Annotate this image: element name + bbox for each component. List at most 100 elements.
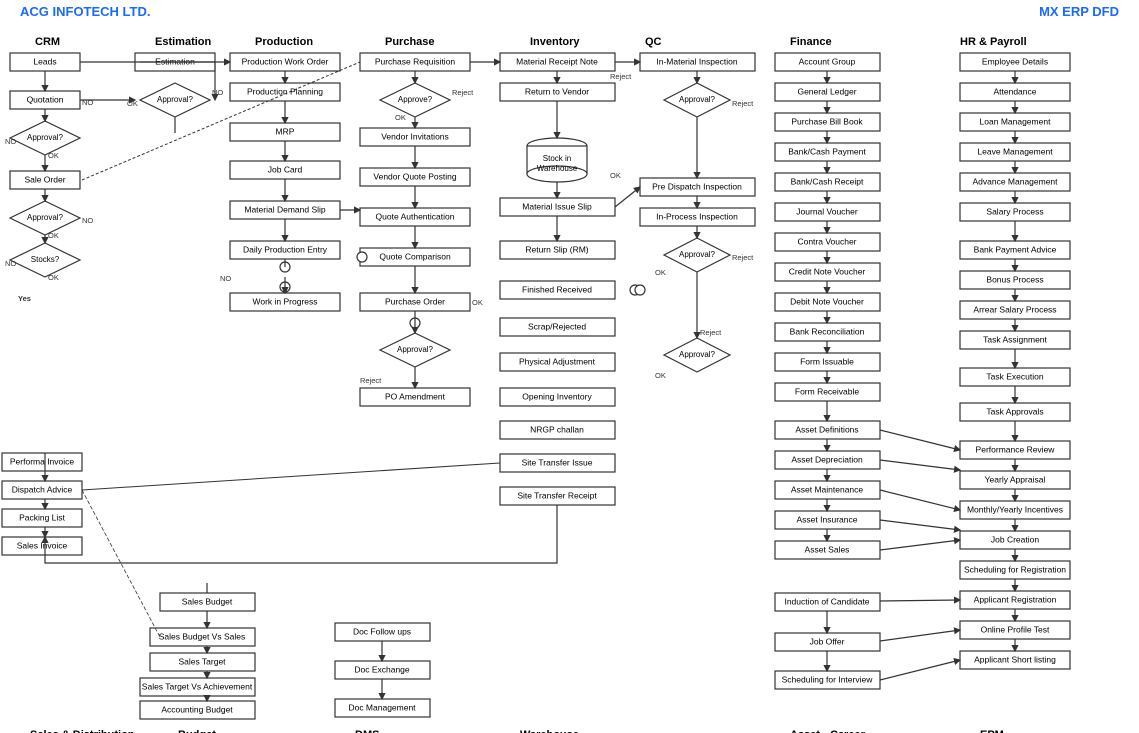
svg-text:Task Assignment: Task Assignment <box>983 334 1047 344</box>
finance-label: Finance <box>790 36 832 48</box>
svg-text:Debit Note Voucher: Debit Note Voucher <box>790 296 864 306</box>
svg-text:Sales Target Vs Achievement: Sales Target Vs Achievement <box>142 681 253 691</box>
debit-note-voucher-box: Debit Note Voucher <box>775 293 880 311</box>
svg-text:Quotation: Quotation <box>27 94 64 104</box>
site-transfer-issue-box: Site Transfer Issue <box>500 454 615 472</box>
svg-text:Leads: Leads <box>33 56 56 66</box>
svg-text:Approval?: Approval? <box>27 133 64 142</box>
bank-cash-receipt-box: Bank/Cash Receipt <box>775 173 880 191</box>
prod-work-order-box: Production Work Order <box>230 53 340 71</box>
prod-planning-box: Production Planning <box>230 83 340 101</box>
in-material-insp-box: In-Material Inspection <box>640 53 755 71</box>
circle-qc-1 <box>635 285 645 295</box>
crm-label: CRM <box>35 36 60 48</box>
svg-text:Daily Production Entry: Daily Production Entry <box>243 244 328 254</box>
opening-inv-box: Opening Inventory <box>500 388 615 406</box>
site-transfer-receipt-box: Site Transfer Receipt <box>500 487 615 505</box>
svg-text:Stock in: Stock in <box>543 154 571 163</box>
asset-dep-box: Asset Depreciation <box>775 451 880 469</box>
svg-text:Accounting Budget: Accounting Budget <box>161 704 233 714</box>
svg-text:Approve?: Approve? <box>398 95 433 104</box>
task-approvals-box: Task Approvals <box>960 403 1070 421</box>
attendance-box: Attendance <box>960 83 1070 101</box>
in-process-insp-box: In-Process Inspection <box>640 208 755 226</box>
mrp-box: MRP <box>230 123 340 141</box>
bank-cash-payment-box: Bank/Cash Payment <box>775 143 880 161</box>
sales-target-vs-ach-box: Sales Target Vs Achievement <box>140 678 255 696</box>
sales-budget-box: Sales Budget <box>160 593 255 611</box>
vendor-inv-box: Vendor Invitations <box>360 128 470 146</box>
credit-note-voucher-box: Credit Note Voucher <box>775 263 880 281</box>
doc-exchange-box: Doc Exchange <box>335 661 430 679</box>
crm-approval-diamond: Approval? <box>10 121 80 155</box>
svg-text:Job Offer: Job Offer <box>810 636 845 646</box>
svg-text:Bank Reconciliation: Bank Reconciliation <box>790 326 865 336</box>
emp-details-box: Employee Details <box>960 53 1070 71</box>
svg-text:Sales Invoice: Sales Invoice <box>17 540 68 550</box>
yearly-appraisal-box: Yearly Appraisal <box>960 471 1070 489</box>
svg-text:Account Group: Account Group <box>799 56 856 66</box>
svg-text:Bonus Process: Bonus Process <box>986 274 1043 284</box>
sched-reg-box: Scheduling for Registration <box>960 561 1070 579</box>
svg-text:Sales Target: Sales Target <box>178 656 226 666</box>
task-exec-box: Task Execution <box>960 368 1070 386</box>
ok-label-1: OK <box>48 151 59 160</box>
job-offer-box: Job Offer <box>775 633 880 651</box>
reject-label-qc3: Reject <box>700 328 722 337</box>
svg-text:Asset Sales: Asset Sales <box>805 544 850 554</box>
reject-label-purch: Reject <box>452 88 474 97</box>
svg-text:MRP: MRP <box>276 126 295 136</box>
no-label-4: NO <box>5 259 16 268</box>
svg-text:Bank Payment Advice: Bank Payment Advice <box>974 244 1057 254</box>
work-in-progress-box: Work in Progress <box>230 293 340 311</box>
packing-list-box: Packing List <box>2 509 82 527</box>
no-label-est: NO <box>212 88 223 97</box>
ok-label-qc2: OK <box>655 268 666 277</box>
svg-text:Production Work Order: Production Work Order <box>242 56 329 66</box>
ok-label-stock: OK <box>610 171 621 180</box>
svg-text:Purchase Bill Book: Purchase Bill Book <box>791 116 863 126</box>
svg-text:Doc Follow ups: Doc Follow ups <box>353 626 411 636</box>
sales-budget-vs-sales-box: Sales Budget Vs Sales <box>150 628 255 646</box>
svg-text:Task Approvals: Task Approvals <box>986 406 1043 416</box>
induction-candidate-box: Induction of Candidate <box>775 593 880 611</box>
sale-approval-diamond: Approval? <box>10 201 80 235</box>
account-group-box: Account Group <box>775 53 880 71</box>
svg-text:Asset Depreciation: Asset Depreciation <box>791 454 863 464</box>
asset-label: Asset <box>790 729 820 733</box>
svg-text:Sales Budget Vs Sales: Sales Budget Vs Sales <box>159 631 245 641</box>
svg-text:Form Issuable: Form Issuable <box>800 356 854 366</box>
no-label-3: NO <box>82 216 93 225</box>
career-label: Career <box>830 729 866 733</box>
diagram-container: CRM Estimation Production Purchase Inven… <box>0 23 1139 733</box>
svg-text:Approval?: Approval? <box>157 95 194 104</box>
bank-reconciliation-box: Bank Reconciliation <box>775 323 880 341</box>
estimation-label: Estimation <box>155 36 212 48</box>
svg-text:Performa Invoice: Performa Invoice <box>10 456 75 466</box>
svg-text:Return to Vendor: Return to Vendor <box>525 86 589 96</box>
return-vendor-box: Return to Vendor <box>500 83 615 101</box>
svg-text:Credit Note Voucher: Credit Note Voucher <box>789 266 866 276</box>
purchase-order-box: Purchase Order <box>360 293 470 311</box>
return-slip-rm-box: Return Slip (RM) <box>500 241 615 259</box>
asset-maint-box: Asset Maintenance <box>775 481 880 499</box>
dfd-diagram: CRM Estimation Production Purchase Inven… <box>0 23 1139 733</box>
mat-receipt-note-box: Material Receipt Note <box>500 53 615 71</box>
svg-text:Warehouse: Warehouse <box>537 164 578 173</box>
svg-text:Form Receivable: Form Receivable <box>795 386 860 396</box>
est-approval-diamond: Approval? <box>140 83 210 117</box>
svg-text:Purchase Order: Purchase Order <box>385 296 445 306</box>
ok-label-po: OK <box>472 298 483 307</box>
svg-text:Monthly/Yearly Incentives: Monthly/Yearly Incentives <box>967 504 1063 514</box>
svg-text:Job Creation: Job Creation <box>991 534 1039 544</box>
mat-issue-slip-box: Material Issue Slip <box>500 198 615 216</box>
svg-text:Approval?: Approval? <box>27 213 64 222</box>
ok-label-purch: OK <box>395 113 406 122</box>
performa-invoice-box: Performa Invoice <box>2 453 82 471</box>
purch-approve-diamond: Approve? <box>380 83 450 117</box>
stock-warehouse-box: Stock in Warehouse <box>527 138 587 182</box>
svg-text:Salary Process: Salary Process <box>986 206 1043 216</box>
diagram-title: MX ERP DFD <box>1039 4 1119 19</box>
svg-text:Material Issue Slip: Material Issue Slip <box>522 201 592 211</box>
leads-box: Leads <box>10 53 80 71</box>
